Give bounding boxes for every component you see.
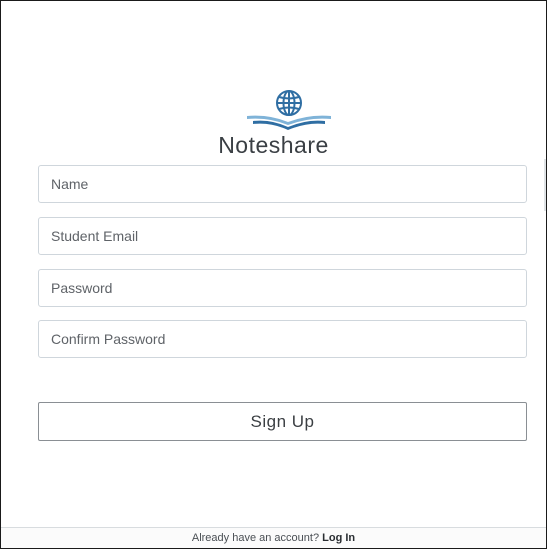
app-logo: [233, 88, 345, 132]
app-title: Noteshare: [218, 132, 329, 158]
confirm-password-field[interactable]: [38, 320, 527, 358]
name-field[interactable]: [38, 165, 527, 203]
footer-bar: Already have an account? Log In: [1, 527, 546, 548]
signup-screen: Noteshare Sign Up Already have an accoun…: [0, 0, 547, 549]
student-email-field[interactable]: [38, 217, 527, 255]
sign-up-button[interactable]: Sign Up: [38, 402, 527, 441]
log-in-link[interactable]: Log In: [322, 532, 355, 544]
password-field[interactable]: [38, 269, 527, 307]
login-prompt: Already have an account?: [191, 532, 320, 544]
globe-book-icon: [247, 90, 331, 130]
